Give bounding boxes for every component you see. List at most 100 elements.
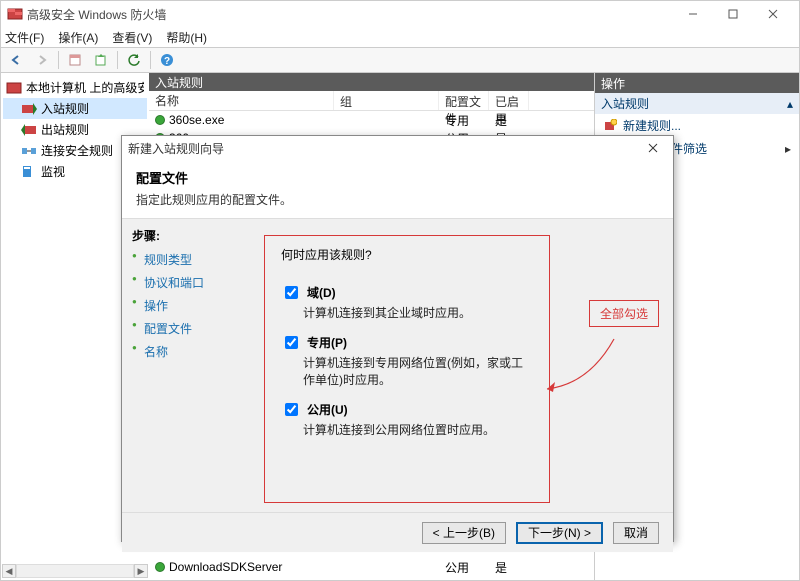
scroll-track[interactable] — [16, 564, 134, 578]
dialog-close-button[interactable] — [639, 138, 667, 158]
inbound-icon — [21, 101, 37, 117]
tree-scrollbar-h[interactable]: ◀ ▶ — [2, 564, 148, 578]
actions-header: 操作 — [595, 73, 799, 93]
tree-root[interactable]: 本地计算机 上的高级安全 Win — [3, 77, 147, 98]
step-action[interactable]: 操作 — [132, 294, 230, 317]
firewall-icon — [6, 80, 22, 96]
tree-item-label: 入站规则 — [41, 100, 89, 117]
public-desc: 计算机连接到公用网络位置时应用。 — [303, 421, 533, 438]
cell-profile: 专用 — [439, 111, 489, 130]
cancel-button[interactable]: 取消 — [613, 522, 659, 544]
checkbox-domain-label: 域(D) — [307, 284, 336, 301]
dialog-titlebar: 新建入站规则向导 — [122, 136, 673, 160]
col-group[interactable]: 组 — [334, 91, 439, 110]
tree-root-label: 本地计算机 上的高级安全 Win — [26, 79, 144, 96]
menubar: 文件(F) 操作(A) 查看(V) 帮助(H) — [1, 27, 799, 47]
private-desc: 计算机连接到专用网络位置(例如，家或工作单位)时应用。 — [303, 354, 533, 388]
steps-title: 步骤: — [132, 227, 230, 244]
list-row[interactable]: 360se.exe 专用 是 — [149, 111, 594, 129]
cell-profile: 公用 — [439, 558, 489, 577]
toolbar: ? — [1, 47, 799, 73]
cell-name: 360se.exe — [169, 113, 224, 127]
actions-section: 入站规则 ▴ — [595, 93, 799, 114]
connsec-icon — [21, 143, 37, 159]
profile-question: 何时应用该规则? — [281, 246, 533, 263]
titlebar: 高级安全 Windows 防火墙 — [1, 1, 799, 27]
next-button[interactable]: 下一步(N) > — [516, 522, 603, 544]
toolbar-separator — [58, 51, 59, 69]
refresh-button[interactable] — [122, 49, 146, 71]
export-button[interactable] — [89, 49, 113, 71]
menu-view[interactable]: 查看(V) — [112, 29, 152, 46]
new-rule-icon — [603, 119, 617, 133]
help-button[interactable]: ? — [155, 49, 179, 71]
profile-panel: 何时应用该规则? 域(D) 计算机连接到其企业域时应用。 专用(P) 计算机连接… — [240, 219, 673, 512]
firewall-window: 高级安全 Windows 防火墙 文件(F) 操作(A) 查看(V) 帮助(H)… — [0, 0, 800, 581]
forward-button[interactable] — [30, 49, 54, 71]
annotation-box: 何时应用该规则? 域(D) 计算机连接到其企业域时应用。 专用(P) 计算机连接… — [264, 235, 550, 503]
col-enabled[interactable]: 已启用 — [489, 91, 529, 110]
toolbar-separator — [117, 51, 118, 69]
annotation-arrow-icon — [539, 334, 619, 394]
checkbox-row-private: 专用(P) — [281, 333, 533, 352]
chevron-up-icon[interactable]: ▴ — [787, 97, 793, 111]
window-title: 高级安全 Windows 防火墙 — [27, 6, 673, 23]
menu-action[interactable]: 操作(A) — [58, 29, 98, 46]
dialog-body: 步骤: 规则类型 协议和端口 操作 配置文件 名称 何时应用该规则? 域(D) … — [122, 219, 673, 512]
col-name[interactable]: 名称 — [149, 91, 334, 110]
menu-help[interactable]: 帮助(H) — [166, 29, 207, 46]
maximize-button[interactable] — [713, 2, 753, 26]
checkbox-private-label: 专用(P) — [307, 334, 347, 351]
domain-desc: 计算机连接到其企业域时应用。 — [303, 304, 533, 321]
checkbox-private[interactable] — [285, 336, 298, 349]
checkbox-domain[interactable] — [285, 286, 298, 299]
list-row[interactable]: DownloadSDKServer 公用 是 — [149, 558, 594, 576]
allow-icon — [155, 115, 165, 125]
checkbox-public[interactable] — [285, 403, 298, 416]
actions-section-label: 入站规则 — [601, 95, 649, 112]
step-profile[interactable]: 配置文件 — [132, 317, 230, 340]
dialog-header: 配置文件 指定此规则应用的配置文件。 — [122, 160, 673, 219]
allow-icon — [155, 562, 165, 572]
list-columns: 名称 组 配置文件 已启用 — [149, 91, 594, 111]
checkbox-row-domain: 域(D) — [281, 283, 533, 302]
step-rule-type[interactable]: 规则类型 — [132, 248, 230, 271]
dialog-title: 新建入站规则向导 — [128, 140, 639, 157]
col-profile[interactable]: 配置文件 — [439, 91, 489, 110]
back-button[interactable] — [4, 49, 28, 71]
scroll-right-icon[interactable]: ▶ — [134, 564, 148, 578]
svg-text:?: ? — [164, 56, 170, 67]
dialog-buttons: < 上一步(B) 下一步(N) > 取消 — [122, 512, 673, 552]
firewall-icon — [7, 6, 23, 22]
tree-item-inbound[interactable]: 入站规则 — [3, 98, 147, 119]
outbound-icon — [21, 122, 37, 138]
chevron-right-icon: ▸ — [785, 142, 791, 156]
scroll-left-icon[interactable]: ◀ — [2, 564, 16, 578]
action-label: 新建规则... — [623, 117, 681, 134]
step-name[interactable]: 名称 — [132, 340, 230, 363]
tree-item-label: 连接安全规则 — [41, 142, 113, 159]
dialog-head-title: 配置文件 — [136, 168, 659, 187]
cell-enabled: 是 — [489, 111, 529, 130]
wizard-dialog: 新建入站规则向导 配置文件 指定此规则应用的配置文件。 步骤: 规则类型 协议和… — [121, 135, 674, 542]
dialog-head-sub: 指定此规则应用的配置文件。 — [136, 191, 659, 208]
checkbox-public-label: 公用(U) — [307, 401, 348, 418]
cell-group — [334, 566, 439, 568]
step-protocol[interactable]: 协议和端口 — [132, 271, 230, 294]
action-new-rule[interactable]: 新建规则... — [595, 114, 799, 137]
minimize-button[interactable] — [673, 2, 713, 26]
back-button[interactable]: < 上一步(B) — [422, 522, 506, 544]
main-header: 入站规则 — [149, 73, 594, 91]
menu-file[interactable]: 文件(F) — [5, 29, 44, 46]
checkbox-row-public: 公用(U) — [281, 400, 533, 419]
tree-item-label: 出站规则 — [41, 121, 89, 138]
monitor-icon — [21, 164, 37, 180]
cell-name: DownloadSDKServer — [169, 560, 282, 574]
annotation-label: 全部勾选 — [589, 300, 659, 327]
cell-enabled: 是 — [489, 558, 529, 577]
close-button[interactable] — [753, 2, 793, 26]
cell-group — [334, 119, 439, 121]
properties-button[interactable] — [63, 49, 87, 71]
wizard-steps: 步骤: 规则类型 协议和端口 操作 配置文件 名称 — [122, 219, 240, 512]
window-controls — [673, 2, 793, 26]
